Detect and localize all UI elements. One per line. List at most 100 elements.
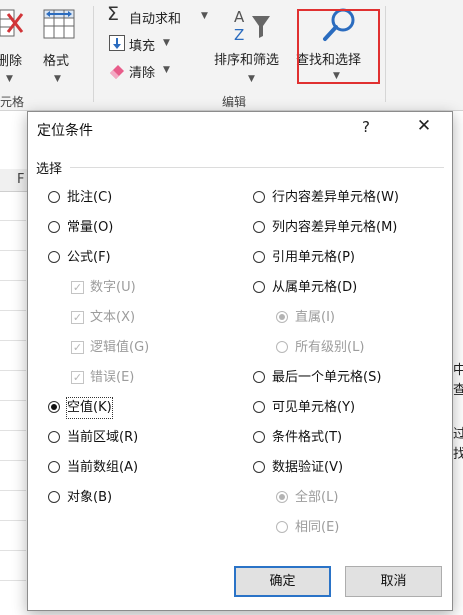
option-label: 所有级别(L) bbox=[295, 340, 365, 355]
radio-button[interactable] bbox=[253, 191, 265, 203]
grid-line bbox=[0, 580, 26, 581]
right-panel-fragment: 中 查 过 找 bbox=[453, 351, 463, 461]
grid-line bbox=[0, 280, 26, 281]
radio-button[interactable] bbox=[48, 191, 60, 203]
sort-filter-button[interactable]: A Z 排序和筛选 ▼ bbox=[212, 4, 292, 84]
ribbon-separator-right bbox=[385, 6, 386, 102]
radio-button[interactable] bbox=[253, 281, 265, 293]
sigma-icon: Σ bbox=[107, 3, 120, 25]
fill-down-icon bbox=[109, 35, 125, 51]
grid-line bbox=[0, 460, 26, 461]
format-chevron-down-icon: ▼ bbox=[54, 74, 61, 84]
option-label: 数字(U) bbox=[90, 280, 136, 295]
radio-button[interactable] bbox=[276, 341, 288, 353]
radio-button[interactable] bbox=[48, 491, 60, 503]
option-label: 逻辑值(G) bbox=[90, 340, 150, 355]
clear-label: 清除 bbox=[129, 66, 156, 81]
fill-chevron-down-icon: ▼ bbox=[163, 38, 170, 48]
fill-button[interactable]: 填充 ▼ bbox=[107, 33, 177, 54]
option-label: 相同(E) bbox=[295, 520, 340, 535]
radio-button[interactable] bbox=[253, 371, 265, 383]
format-cells-button[interactable]: 格式 ▼ bbox=[38, 4, 80, 84]
radio-button[interactable] bbox=[48, 221, 60, 233]
option-label: 当前数组(A) bbox=[67, 460, 139, 475]
section-label: 选择 bbox=[36, 162, 63, 177]
column-header-letter: F bbox=[17, 172, 25, 187]
option-label: 引用单元格(P) bbox=[272, 250, 355, 265]
radio-button-selected[interactable] bbox=[48, 401, 60, 413]
option-label: 直属(I) bbox=[295, 310, 335, 325]
column-header-f[interactable]: F bbox=[0, 169, 27, 192]
grid-line bbox=[0, 310, 26, 311]
option-label: 对象(B) bbox=[67, 490, 113, 505]
cancel-button[interactable]: 取消 bbox=[345, 566, 442, 597]
autosum-button[interactable]: Σ 自动求和 ▼ bbox=[107, 3, 211, 27]
clear-chevron-down-icon: ▼ bbox=[163, 65, 170, 75]
option-label: 公式(F) bbox=[67, 250, 111, 265]
format-cells-icon bbox=[43, 9, 75, 39]
grid-line bbox=[0, 340, 26, 341]
ribbon-separator bbox=[93, 6, 94, 102]
grid-line bbox=[0, 400, 26, 401]
goto-special-dialog: 定位条件 ? ✕ 选择 批注(C) 常量(O) 公式(F) ✓ 数字(U) ✓ … bbox=[27, 111, 453, 611]
checkbox[interactable]: ✓ bbox=[71, 281, 84, 294]
radio-button[interactable] bbox=[253, 221, 265, 233]
svg-text:Z: Z bbox=[234, 26, 244, 44]
grid-line bbox=[0, 490, 26, 491]
fragment-text: 过 bbox=[453, 427, 463, 442]
radio-button[interactable] bbox=[276, 521, 288, 533]
radio-button[interactable] bbox=[253, 431, 265, 443]
radio-button-selected[interactable] bbox=[276, 311, 288, 323]
clear-button[interactable]: 清除 ▼ bbox=[107, 60, 177, 81]
option-label: 最后一个单元格(S) bbox=[272, 370, 382, 385]
fragment-text: 中 bbox=[453, 363, 463, 378]
option-label: 条件格式(T) bbox=[272, 430, 343, 445]
ok-button[interactable]: 确定 bbox=[234, 566, 331, 597]
radio-button[interactable] bbox=[253, 461, 265, 473]
grid-line bbox=[0, 370, 26, 371]
radio-button[interactable] bbox=[253, 401, 265, 413]
format-label: 格式 bbox=[43, 54, 70, 69]
radio-button[interactable] bbox=[48, 461, 60, 473]
delete-chevron-down-icon: ▼ bbox=[6, 74, 13, 84]
autosum-chevron-down-icon: ▼ bbox=[201, 11, 208, 21]
grid-line bbox=[0, 520, 26, 521]
delete-cells-button[interactable]: 删除 ▼ bbox=[0, 4, 28, 84]
sort-filter-label: 排序和筛选 bbox=[214, 53, 280, 68]
option-label: 常量(O) bbox=[67, 220, 114, 235]
dialog-title: 定位条件 bbox=[37, 123, 93, 139]
grid-line bbox=[0, 250, 26, 251]
eraser-icon bbox=[110, 65, 124, 79]
radio-button-selected[interactable] bbox=[276, 491, 288, 503]
option-label: 行内容差异单元格(W) bbox=[272, 190, 399, 205]
delete-label: 删除 bbox=[0, 54, 23, 69]
radio-button[interactable] bbox=[48, 251, 60, 263]
cells-group-label: 元格 bbox=[0, 95, 25, 109]
fragment-text: 查 bbox=[453, 383, 463, 398]
svg-text:A: A bbox=[234, 8, 245, 26]
option-label: 文本(X) bbox=[90, 310, 136, 325]
help-icon[interactable]: ? bbox=[362, 118, 370, 136]
option-label: 数据验证(V) bbox=[272, 460, 344, 475]
editing-group-label: 编辑 bbox=[222, 95, 247, 109]
section-divider bbox=[70, 167, 444, 168]
autosum-label: 自动求和 bbox=[129, 12, 182, 27]
checkbox[interactable]: ✓ bbox=[71, 341, 84, 354]
checkbox[interactable]: ✓ bbox=[71, 371, 84, 384]
option-label: 批注(C) bbox=[67, 190, 113, 205]
checkbox[interactable]: ✓ bbox=[71, 311, 84, 324]
option-label: 可见单元格(Y) bbox=[272, 400, 356, 415]
option-label: 全部(L) bbox=[295, 490, 339, 505]
option-label: 列内容差异单元格(M) bbox=[272, 220, 398, 235]
close-icon[interactable]: ✕ bbox=[412, 114, 436, 138]
radio-button[interactable] bbox=[253, 251, 265, 263]
grid-line bbox=[0, 220, 26, 221]
find-select-highlight-box bbox=[297, 9, 380, 84]
fill-label: 填充 bbox=[129, 39, 156, 54]
fragment-text: 找 bbox=[453, 447, 463, 461]
ribbon: 删除 ▼ 格式 ▼ 元格 Σ 自动求和 ▼ 填充 ▼ 清除 ▼ A Z 排序和筛… bbox=[0, 0, 463, 111]
sort-filter-chevron-down-icon: ▼ bbox=[248, 74, 255, 84]
option-label: 错误(E) bbox=[90, 370, 135, 385]
radio-button[interactable] bbox=[48, 431, 60, 443]
option-label: 当前区域(R) bbox=[67, 430, 139, 445]
